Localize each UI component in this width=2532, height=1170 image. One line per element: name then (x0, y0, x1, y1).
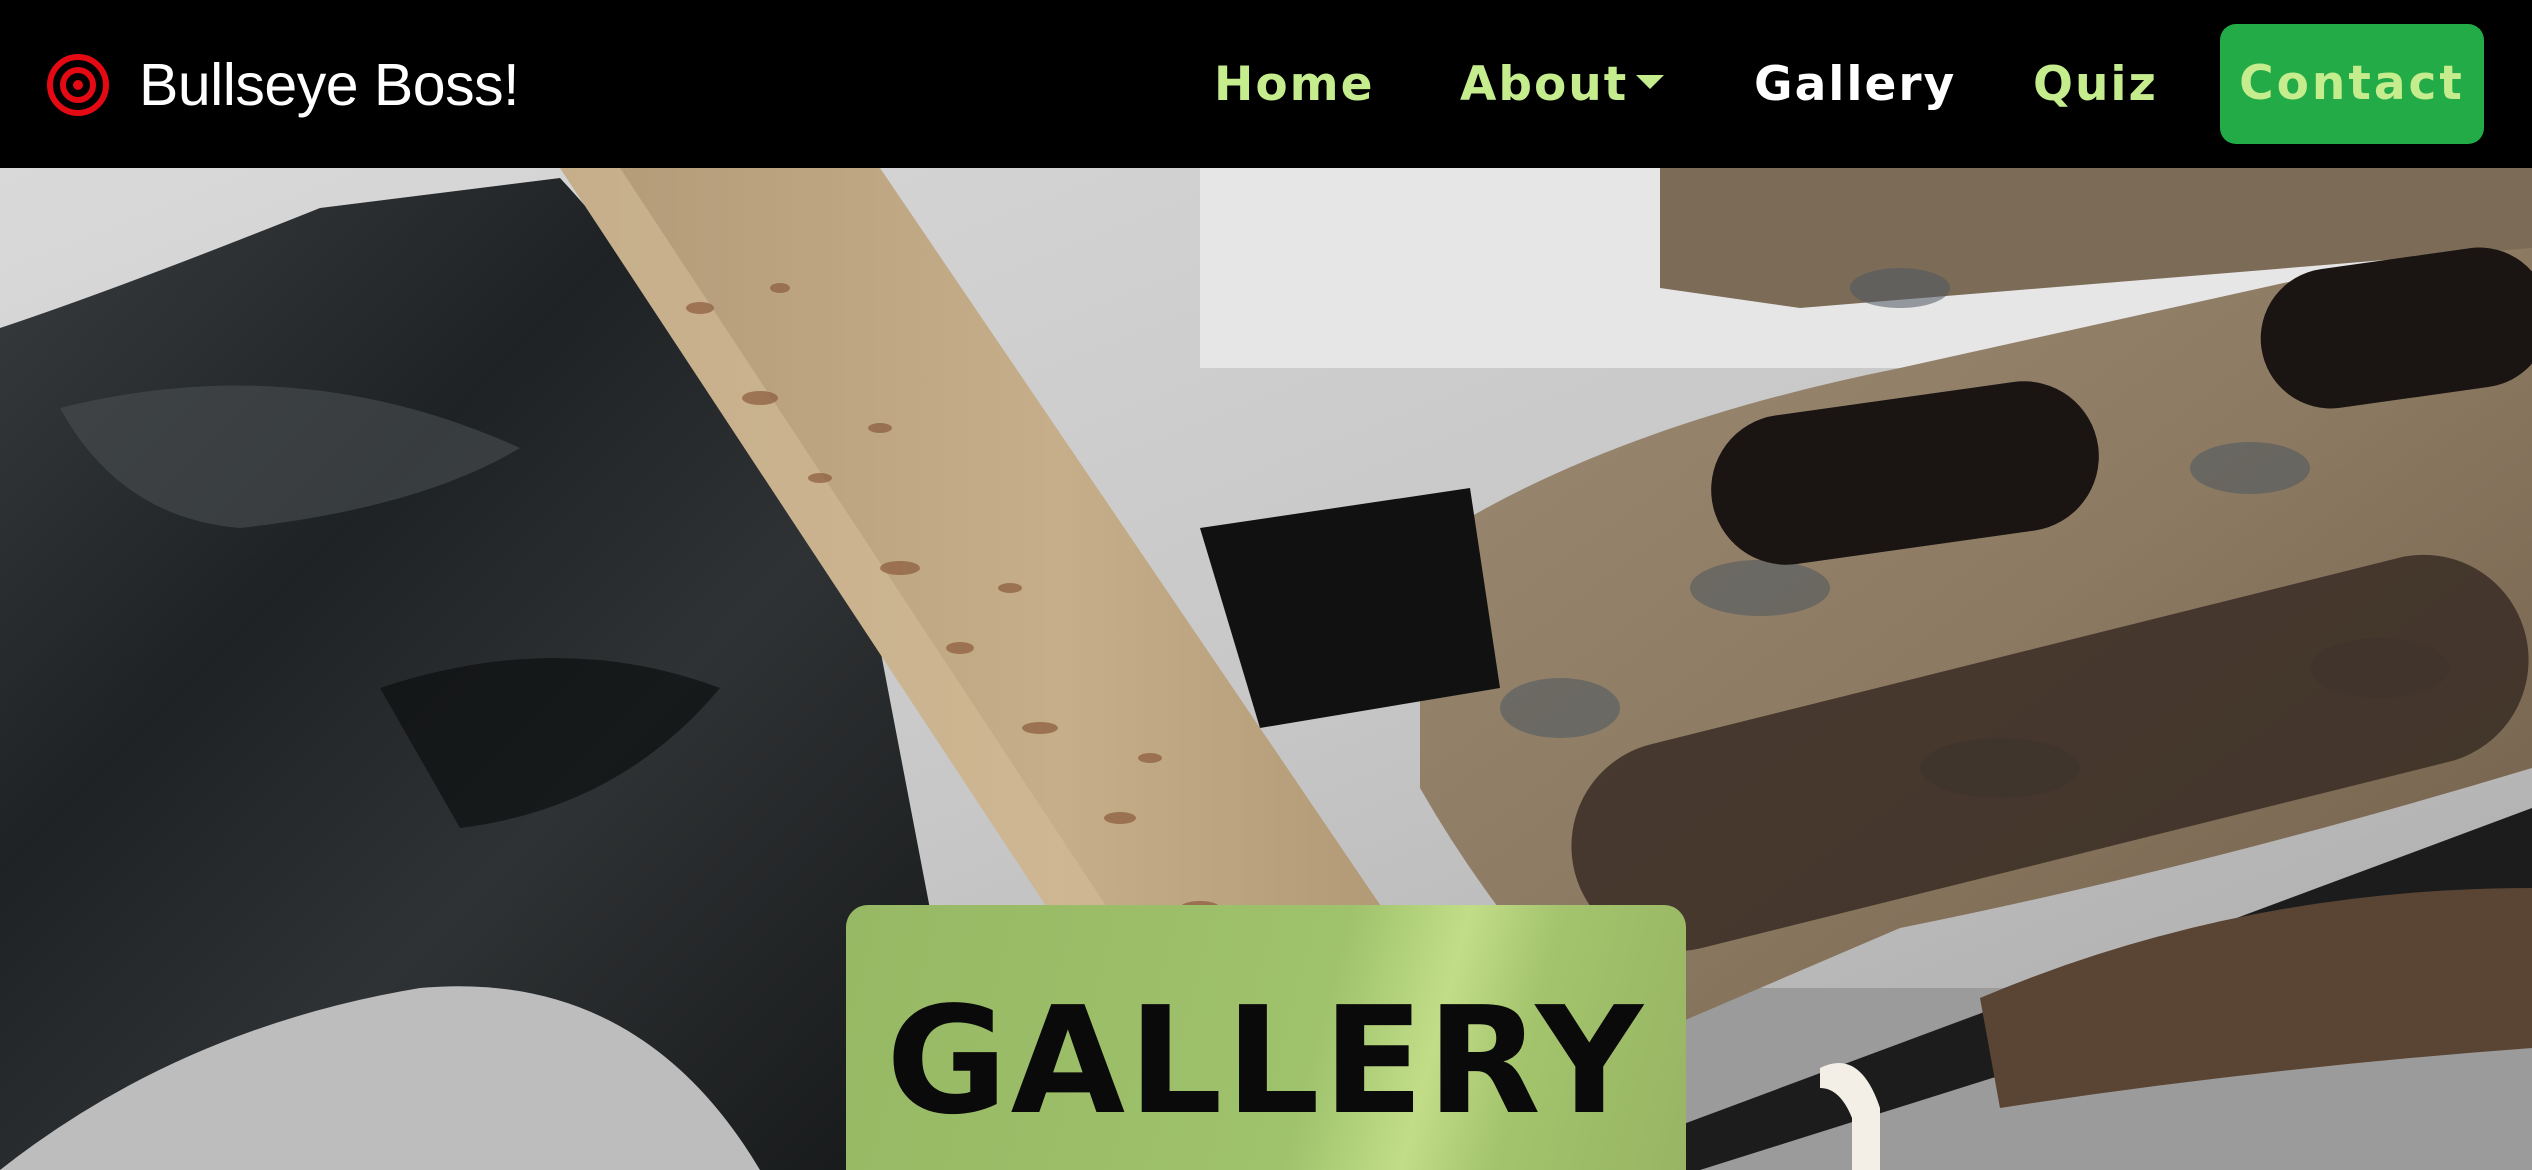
target-icon (47, 53, 109, 116)
nav-gallery-link[interactable]: Gallery (1754, 52, 1956, 118)
caret-down-icon (1636, 74, 1665, 89)
brand-name: Bullseye Boss! (139, 51, 519, 118)
brand-link[interactable]: Bullseye Boss! (45, 47, 519, 122)
nav-about-label: About (1460, 57, 1629, 112)
page-title: GALLERY (886, 975, 1646, 1147)
nav-about-dropdown[interactable]: About (1460, 52, 1665, 118)
nav-home-link[interactable]: Home (1214, 52, 1374, 118)
hero-banner: GALLERY (0, 168, 2532, 1170)
page-title-banner: GALLERY (846, 905, 1686, 1170)
navbar: Bullseye Boss! Home About Gallery Quiz C… (0, 0, 2532, 168)
contact-button[interactable]: Contact (2220, 24, 2484, 144)
nav-quiz-link[interactable]: Quiz (2033, 52, 2158, 118)
